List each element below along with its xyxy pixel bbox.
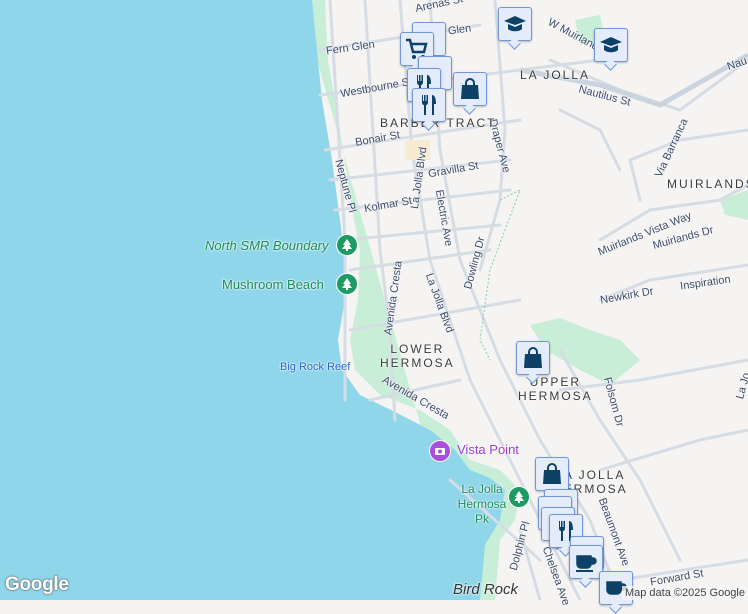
shopping-bag-marker[interactable] [535,457,569,491]
park-icon[interactable] [508,486,530,508]
school-icon [600,37,622,53]
camera-icon[interactable] [429,440,451,462]
cafe-icon [576,555,597,572]
restaurant-marker[interactable] [412,88,446,122]
poi-la-jolla-hermosa-pk[interactable]: La Jolla Hermosa Pk [454,482,510,527]
shopping-bag-icon [524,347,542,368]
google-logo[interactable]: Google [5,574,69,596]
area-label-lower-hermosa: LOWER HERMOSA [380,342,455,370]
shopping-bag-icon [543,463,561,484]
map-attribution[interactable]: Map data ©2025 Google [621,586,748,600]
area-label-bird-rock: Bird Rock [453,581,519,598]
shopping-bag-marker[interactable] [453,72,487,106]
park-icon[interactable] [336,273,358,295]
school-marker[interactable] [594,28,628,62]
area-label-muirlands: MUIRLANDS [667,177,748,191]
school-icon [504,16,526,32]
poi-vista-point[interactable]: Vista Point [457,442,519,457]
cafe-marker[interactable] [569,545,603,579]
poi-mushroom-beach[interactable]: Mushroom Beach [222,277,324,292]
shopping-bag-marker[interactable] [516,341,550,375]
shopping-bag-icon [461,78,479,99]
poi-big-rock-reef[interactable]: Big Rock Reef [280,361,350,373]
school-marker[interactable] [498,7,532,41]
restaurant-icon [422,95,436,115]
google-logo-text: Google [5,574,69,595]
poi-north-smr-boundary[interactable]: North SMR Boundary [205,238,329,253]
area-label-la-jolla: LA JOLLA [520,68,591,82]
park-icon[interactable] [336,234,358,256]
